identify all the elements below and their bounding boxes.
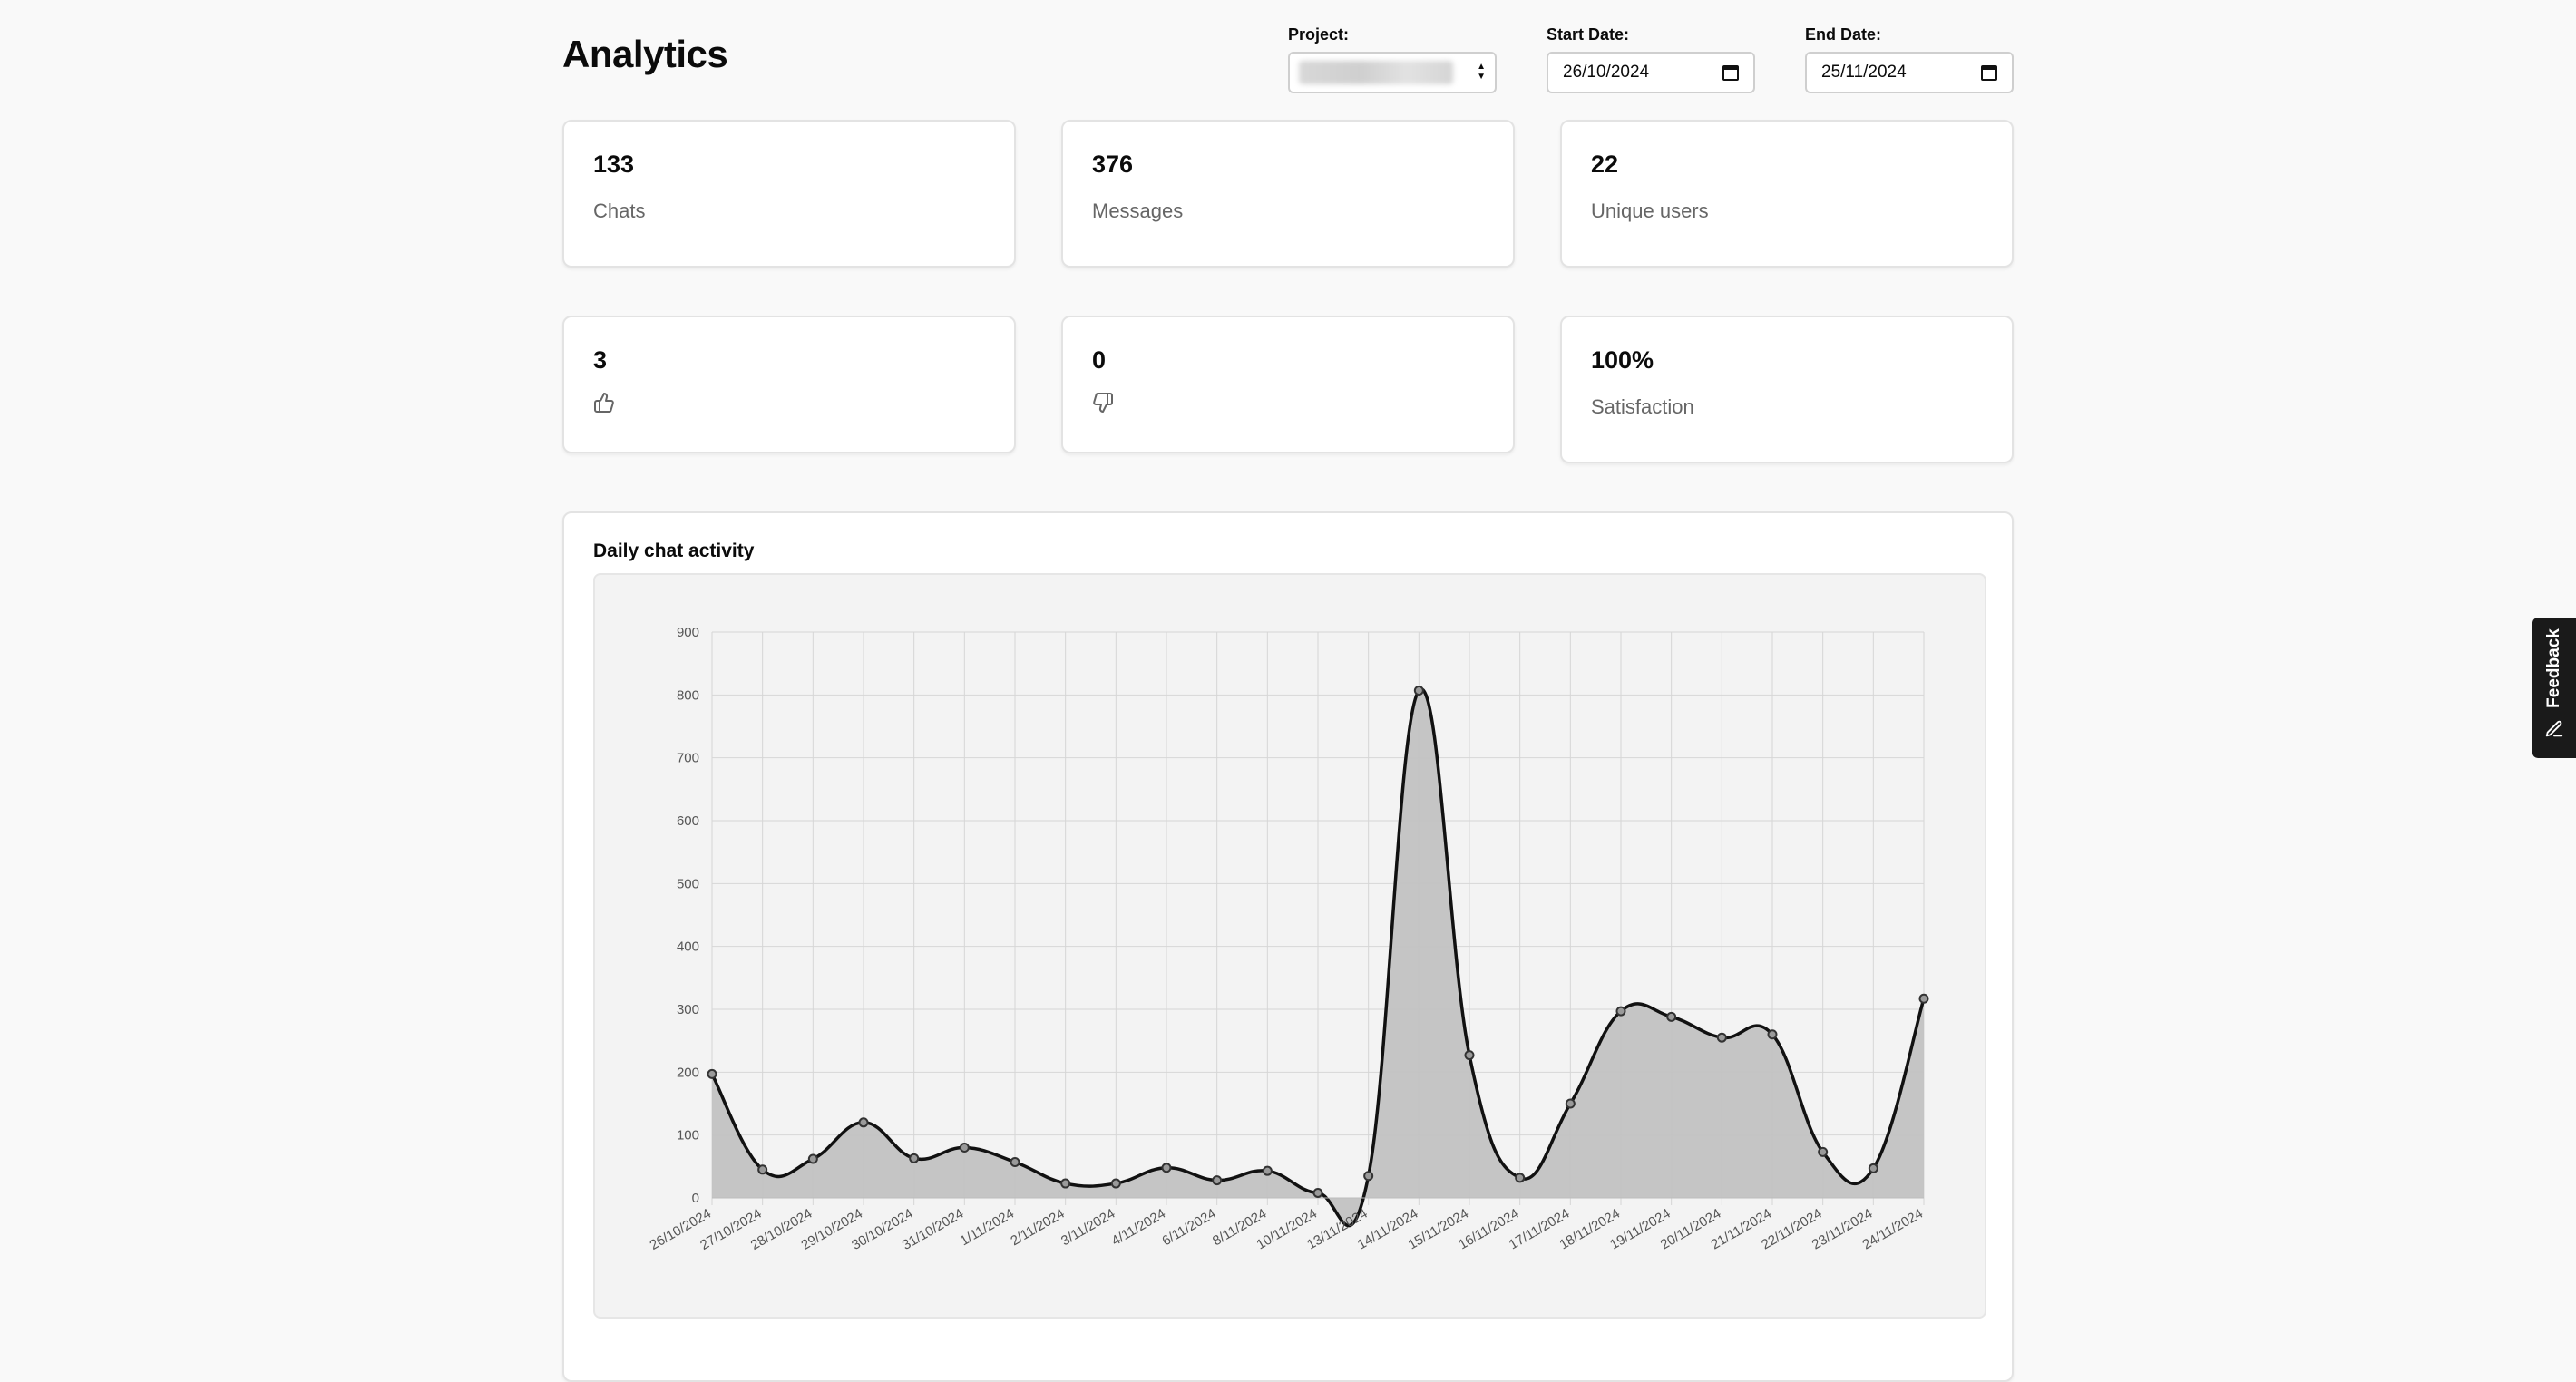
calendar-icon[interactable] bbox=[1722, 64, 1739, 81]
data-point bbox=[1212, 1175, 1223, 1186]
end-date-value: 25/11/2024 bbox=[1821, 63, 1907, 82]
y-tick-label: 900 bbox=[677, 625, 699, 640]
data-point bbox=[807, 1153, 818, 1164]
stat-value: 0 bbox=[1092, 346, 1107, 374]
y-tick-label: 600 bbox=[677, 813, 699, 829]
stat-value: 376 bbox=[1092, 151, 1134, 178]
data-point bbox=[1110, 1178, 1121, 1189]
data-point bbox=[1464, 1050, 1475, 1061]
start-date-input[interactable]: 26/10/2024 bbox=[1547, 52, 1755, 93]
thumbs-up-icon bbox=[594, 393, 614, 413]
x-tick-label: 1/11/2024 bbox=[958, 1206, 1017, 1250]
pencil-icon bbox=[2545, 720, 2563, 737]
stat-card-thumbs-up: 3 bbox=[562, 316, 1016, 453]
page-title: Analytics bbox=[562, 33, 728, 75]
data-point bbox=[959, 1143, 970, 1153]
thumbs-down-icon bbox=[1093, 393, 1113, 413]
start-date-label: Start Date: bbox=[1547, 25, 1630, 44]
calendar-icon[interactable] bbox=[1981, 64, 1997, 81]
x-tick-label: 4/11/2024 bbox=[1109, 1206, 1168, 1250]
y-tick-label: 100 bbox=[677, 1128, 699, 1144]
stat-label: Satisfaction bbox=[1591, 395, 1694, 418]
data-point bbox=[1312, 1187, 1323, 1198]
stat-card-chats: 133 Chats bbox=[562, 120, 1016, 268]
stat-label: Messages bbox=[1092, 200, 1184, 222]
stat-value: 100% bbox=[1591, 346, 1654, 374]
stat-card-satisfaction: 100% Satisfaction bbox=[1560, 316, 2014, 463]
start-date-filter: Start Date: 26/10/2024 bbox=[1547, 25, 1755, 93]
data-point bbox=[909, 1153, 920, 1163]
daily-chat-activity-chart: 010020030040050060070080090026/10/202427… bbox=[647, 625, 1929, 1253]
data-point bbox=[1615, 1006, 1626, 1017]
chart-plot-area: 0 100 200 300 400 500 600 700 800 900 26/10/2024 27… bbox=[593, 573, 1986, 1319]
data-point bbox=[1010, 1156, 1020, 1167]
project-label: Project: bbox=[1288, 25, 1350, 44]
stat-value: 3 bbox=[593, 346, 608, 374]
y-tick-label: 400 bbox=[677, 939, 699, 955]
chart-title: Daily chat activity bbox=[593, 540, 755, 561]
stat-card-messages: 376 Messages bbox=[1061, 120, 1515, 268]
data-point bbox=[757, 1164, 768, 1175]
y-tick-label: 200 bbox=[677, 1065, 699, 1080]
data-point bbox=[1262, 1165, 1273, 1176]
data-point bbox=[1767, 1029, 1778, 1040]
data-point bbox=[1515, 1173, 1526, 1183]
daily-chat-activity-card: Daily chat activity 0 100 200 300 400 500 600 7… bbox=[562, 511, 2014, 1382]
data-point bbox=[1918, 993, 1929, 1004]
analytics-page: Analytics Project: ▲ ▼ Start Date: 26/10/… bbox=[562, 0, 2014, 1382]
end-date-label: End Date: bbox=[1805, 25, 1882, 44]
feedback-button[interactable]: Feedback bbox=[2532, 618, 2576, 758]
data-point bbox=[1565, 1098, 1576, 1109]
data-point bbox=[858, 1117, 869, 1128]
project-filter: Project: ▲ ▼ bbox=[1288, 25, 1497, 93]
stat-label: Chats bbox=[593, 200, 646, 222]
project-select[interactable]: ▲ ▼ bbox=[1288, 52, 1497, 93]
y-tick-label: 0 bbox=[692, 1191, 699, 1206]
y-tick-label: 800 bbox=[677, 687, 699, 703]
data-point bbox=[1413, 685, 1424, 696]
stat-card-unique-users: 22 Unique users bbox=[1560, 120, 2014, 268]
x-tick-label: 6/11/2024 bbox=[1159, 1206, 1218, 1250]
x-tick-label: 3/11/2024 bbox=[1059, 1206, 1117, 1250]
data-point bbox=[1060, 1178, 1071, 1189]
data-point bbox=[1363, 1171, 1374, 1182]
stat-card-thumbs-down: 0 bbox=[1061, 316, 1515, 453]
y-tick-label: 700 bbox=[677, 751, 699, 766]
y-tick-label: 300 bbox=[677, 1002, 699, 1017]
project-value-redacted bbox=[1299, 61, 1453, 84]
stat-value: 22 bbox=[1591, 151, 1619, 178]
select-arrows-icon: ▲ ▼ bbox=[1477, 62, 1486, 82]
data-point bbox=[1716, 1032, 1727, 1043]
data-point bbox=[1161, 1163, 1172, 1173]
stat-value: 133 bbox=[593, 151, 635, 178]
feedback-label: Feedback bbox=[2544, 628, 2563, 708]
end-date-filter: End Date: 25/11/2024 bbox=[1805, 25, 2014, 93]
data-point bbox=[1666, 1011, 1677, 1022]
data-point bbox=[1818, 1146, 1829, 1157]
stat-label: Unique users bbox=[1591, 200, 1709, 222]
x-tick-label: 2/11/2024 bbox=[1008, 1206, 1067, 1250]
data-point bbox=[1868, 1163, 1878, 1173]
end-date-input[interactable]: 25/11/2024 bbox=[1805, 52, 2014, 93]
y-tick-label: 500 bbox=[677, 876, 699, 891]
data-point bbox=[707, 1068, 717, 1079]
start-date-value: 26/10/2024 bbox=[1563, 63, 1650, 82]
